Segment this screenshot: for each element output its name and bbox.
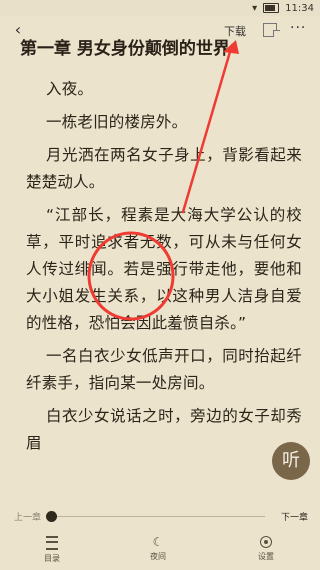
wifi-icon: ▾ bbox=[252, 2, 258, 14]
bottom-controls: 上一章 下一章 目录 ☾ 夜间 设置 bbox=[0, 506, 320, 570]
battery-icon bbox=[263, 3, 280, 13]
tab-catalog[interactable]: 目录 bbox=[22, 536, 82, 564]
status-time: 11:34 bbox=[285, 2, 314, 14]
chapter-progress-thumb[interactable] bbox=[46, 511, 57, 522]
tab-label: 设置 bbox=[258, 552, 274, 561]
tab-label: 夜间 bbox=[150, 552, 166, 561]
tab-night-mode[interactable]: ☾ 夜间 bbox=[128, 536, 188, 562]
paragraph: 入夜。 bbox=[46, 80, 94, 98]
more-options-icon[interactable]: ··· bbox=[290, 20, 306, 36]
bottom-tabs: 目录 ☾ 夜间 设置 bbox=[0, 536, 320, 570]
prev-chapter-button[interactable]: 上一章 bbox=[14, 510, 41, 523]
gear-icon bbox=[260, 536, 272, 548]
chapter-title: 第一章 男女身份颠倒的世界 bbox=[20, 39, 230, 56]
chapter-progress-track[interactable] bbox=[50, 516, 265, 517]
chapter-navigation: 上一章 下一章 bbox=[0, 506, 320, 526]
paragraph: 月光洒在两名女子身上，背影看起来楚楚动人。 bbox=[26, 146, 302, 191]
paragraph: 白衣少女说话之时，旁边的女子却秀眉 bbox=[26, 407, 302, 452]
status-icons: ▾ 11:34 bbox=[252, 1, 314, 15]
moon-icon: ☾ bbox=[152, 535, 164, 549]
listen-button[interactable]: 听 bbox=[272, 442, 310, 480]
status-bar: ▾ 11:34 bbox=[0, 0, 320, 16]
paragraph: “江部长，程素是大海大学公认的校草，平时追求者无数，可从未与任何女人传过绯闻。若… bbox=[26, 206, 302, 332]
tab-label: 目录 bbox=[44, 554, 60, 563]
paragraph: 一栋老旧的楼房外。 bbox=[46, 113, 188, 131]
paragraph: 一名白衣少女低声开口，同时抬起纤纤素手，指向某一处房间。 bbox=[26, 347, 302, 392]
reading-content: 入夜。 一栋老旧的楼房外。 月光洒在两名女子身上，背影看起来楚楚动人。 “江部长… bbox=[0, 76, 320, 457]
menu-icon bbox=[46, 536, 58, 550]
next-chapter-button[interactable]: 下一章 bbox=[281, 510, 308, 523]
tab-settings[interactable]: 设置 bbox=[236, 536, 296, 562]
